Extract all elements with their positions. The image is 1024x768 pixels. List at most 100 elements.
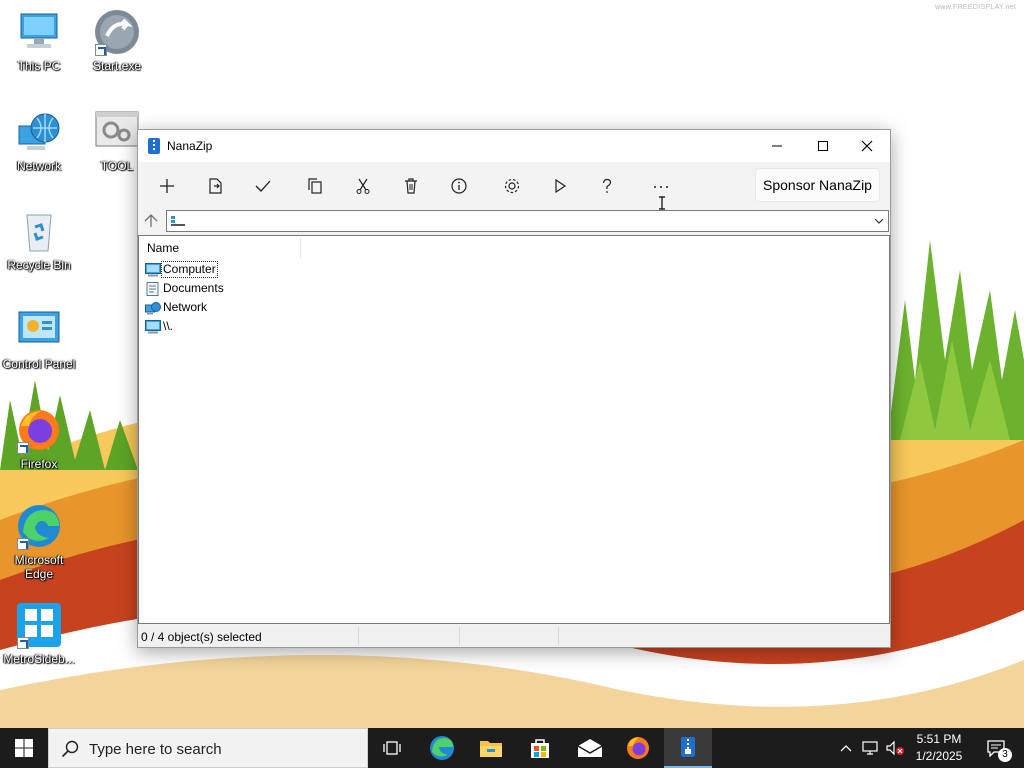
desktop-icon-start-exe[interactable]: Start.exe — [78, 8, 156, 73]
desktop-icon-label: Control Panel — [2, 357, 76, 371]
file-list[interactable]: Name Computer Documents Network \\. — [138, 235, 890, 624]
plus-icon — [160, 179, 174, 193]
edge-icon — [430, 736, 454, 760]
taskbar-file-explorer[interactable] — [467, 728, 515, 768]
options-button[interactable] — [495, 171, 529, 201]
task-view-icon — [383, 741, 401, 755]
column-divider[interactable] — [300, 238, 301, 258]
recycle-bin-icon — [15, 207, 63, 255]
desktop-icon-label: Start.exe — [92, 59, 142, 73]
desktop-icon-label: This PC — [17, 59, 61, 73]
notification-count-badge: 3 — [998, 748, 1012, 762]
column-header-name[interactable]: Name — [147, 241, 179, 255]
control-panel-icon — [15, 306, 63, 354]
show-hidden-icons-button[interactable] — [836, 728, 856, 768]
search-placeholder: Type here to search — [89, 741, 222, 758]
firefox-icon — [627, 737, 649, 759]
desktop-icon-label: Recycle Bin — [7, 258, 71, 272]
desktop-icon-label: Microsoft Edge — [14, 553, 64, 581]
status-divider — [558, 627, 559, 645]
desktop-icon-label: Network — [16, 159, 61, 173]
move-button[interactable] — [346, 171, 380, 201]
arrow-up-icon — [144, 214, 158, 227]
taskbar-firefox[interactable] — [614, 728, 662, 768]
more-icon — [654, 186, 668, 188]
gear-icon — [504, 178, 520, 194]
help-icon — [602, 178, 612, 193]
help-button[interactable] — [590, 171, 624, 201]
taskbar-microsoft-edge[interactable] — [418, 728, 466, 768]
test-button[interactable] — [246, 171, 280, 201]
address-row — [138, 208, 890, 234]
desktop-icon-label: Firefox — [20, 457, 58, 471]
sponsor-button[interactable]: Sponsor NanaZip — [755, 168, 880, 202]
window-title: NanaZip — [167, 139, 213, 153]
info-icon — [451, 178, 467, 194]
list-header: Name — [139, 236, 889, 258]
list-item-label: Network — [163, 300, 208, 314]
extract-icon — [209, 178, 222, 194]
start-button[interactable] — [0, 728, 48, 768]
list-item-label: Computer — [161, 261, 218, 278]
desktop-icon-this-pc[interactable]: This PC — [0, 8, 78, 73]
desktop-icon-metrosidebar[interactable]: MetroSideb... — [0, 601, 78, 666]
desktop-icon-recycle-bin[interactable]: Recycle Bin — [0, 207, 78, 272]
list-item-label: Documents — [163, 281, 224, 295]
add-button[interactable] — [150, 171, 184, 201]
ibeam-cursor-icon — [659, 196, 665, 210]
chevron-up-icon — [840, 745, 852, 752]
address-combobox[interactable] — [166, 210, 889, 232]
address-dropdown-button[interactable] — [871, 211, 887, 231]
maximize-icon — [818, 141, 828, 151]
minimize-icon — [772, 145, 782, 147]
taskbar-microsoft-store[interactable] — [516, 728, 564, 768]
info-button[interactable] — [442, 171, 476, 201]
benchmark-button[interactable] — [543, 171, 577, 201]
status-bar: 0 / 4 object(s) selected — [138, 625, 890, 647]
watermark-text: www.FREEDISPLAY.net — [935, 4, 1016, 11]
taskbar-nanazip[interactable] — [664, 728, 712, 768]
desktop-icon-microsoft-edge[interactable]: Microsoft Edge — [0, 502, 78, 581]
network-status-button[interactable] — [860, 728, 882, 768]
checkmark-icon — [255, 180, 271, 192]
toolbar: Sponsor NanaZip — [138, 162, 890, 206]
computer-small-icon — [171, 216, 185, 226]
clock-time: 5:51 PM — [916, 732, 962, 746]
mail-icon — [577, 739, 603, 757]
volume-muted-icon — [886, 740, 904, 756]
shortcut-arrow-icon — [95, 44, 107, 56]
status-selection-count: 0 / 4 object(s) selected — [141, 630, 262, 644]
desktop-icon-firefox[interactable]: Firefox — [0, 406, 78, 471]
minimize-button[interactable] — [754, 130, 800, 162]
network-icon — [145, 302, 161, 315]
shortcut-arrow-icon — [17, 538, 29, 550]
window-titlebar[interactable]: NanaZip — [138, 130, 890, 162]
network-tray-icon — [862, 741, 878, 755]
up-folder-button[interactable] — [138, 208, 164, 234]
clock-date: 1/2/2025 — [915, 749, 963, 763]
desktop-icon-network[interactable]: Network — [0, 108, 78, 173]
close-button[interactable] — [844, 130, 890, 162]
search-icon — [61, 740, 79, 758]
desktop-icon-control-panel[interactable]: Control Panel — [0, 306, 78, 371]
nanazip-app-icon — [148, 138, 160, 154]
shortcut-arrow-icon — [17, 442, 29, 454]
taskbar-search-box[interactable]: Type here to search — [48, 728, 368, 768]
taskbar: Type here to search 5:51 PM 1/2/2025 3 — [0, 728, 1024, 768]
taskbar-mail[interactable] — [566, 728, 614, 768]
edge-icon — [15, 502, 63, 550]
taskbar-clock[interactable]: 5:51 PM 1/2/2025 — [906, 731, 972, 765]
play-icon — [555, 178, 567, 194]
volume-button[interactable] — [884, 728, 906, 768]
action-center-button[interactable]: 3 — [976, 728, 1016, 768]
desktop-icon-label: MetroSideb... — [3, 652, 75, 666]
documents-icon — [146, 282, 159, 296]
taskbar-task-view[interactable] — [368, 728, 416, 768]
extract-button[interactable] — [198, 171, 232, 201]
trash-icon — [405, 178, 417, 194]
nanazip-window[interactable]: NanaZip Sponsor NanaZip Name Computer Do… — [137, 129, 891, 648]
start-exe-icon — [93, 8, 141, 56]
delete-button[interactable] — [394, 171, 428, 201]
maximize-button[interactable] — [800, 130, 846, 162]
copy-button[interactable] — [298, 171, 332, 201]
